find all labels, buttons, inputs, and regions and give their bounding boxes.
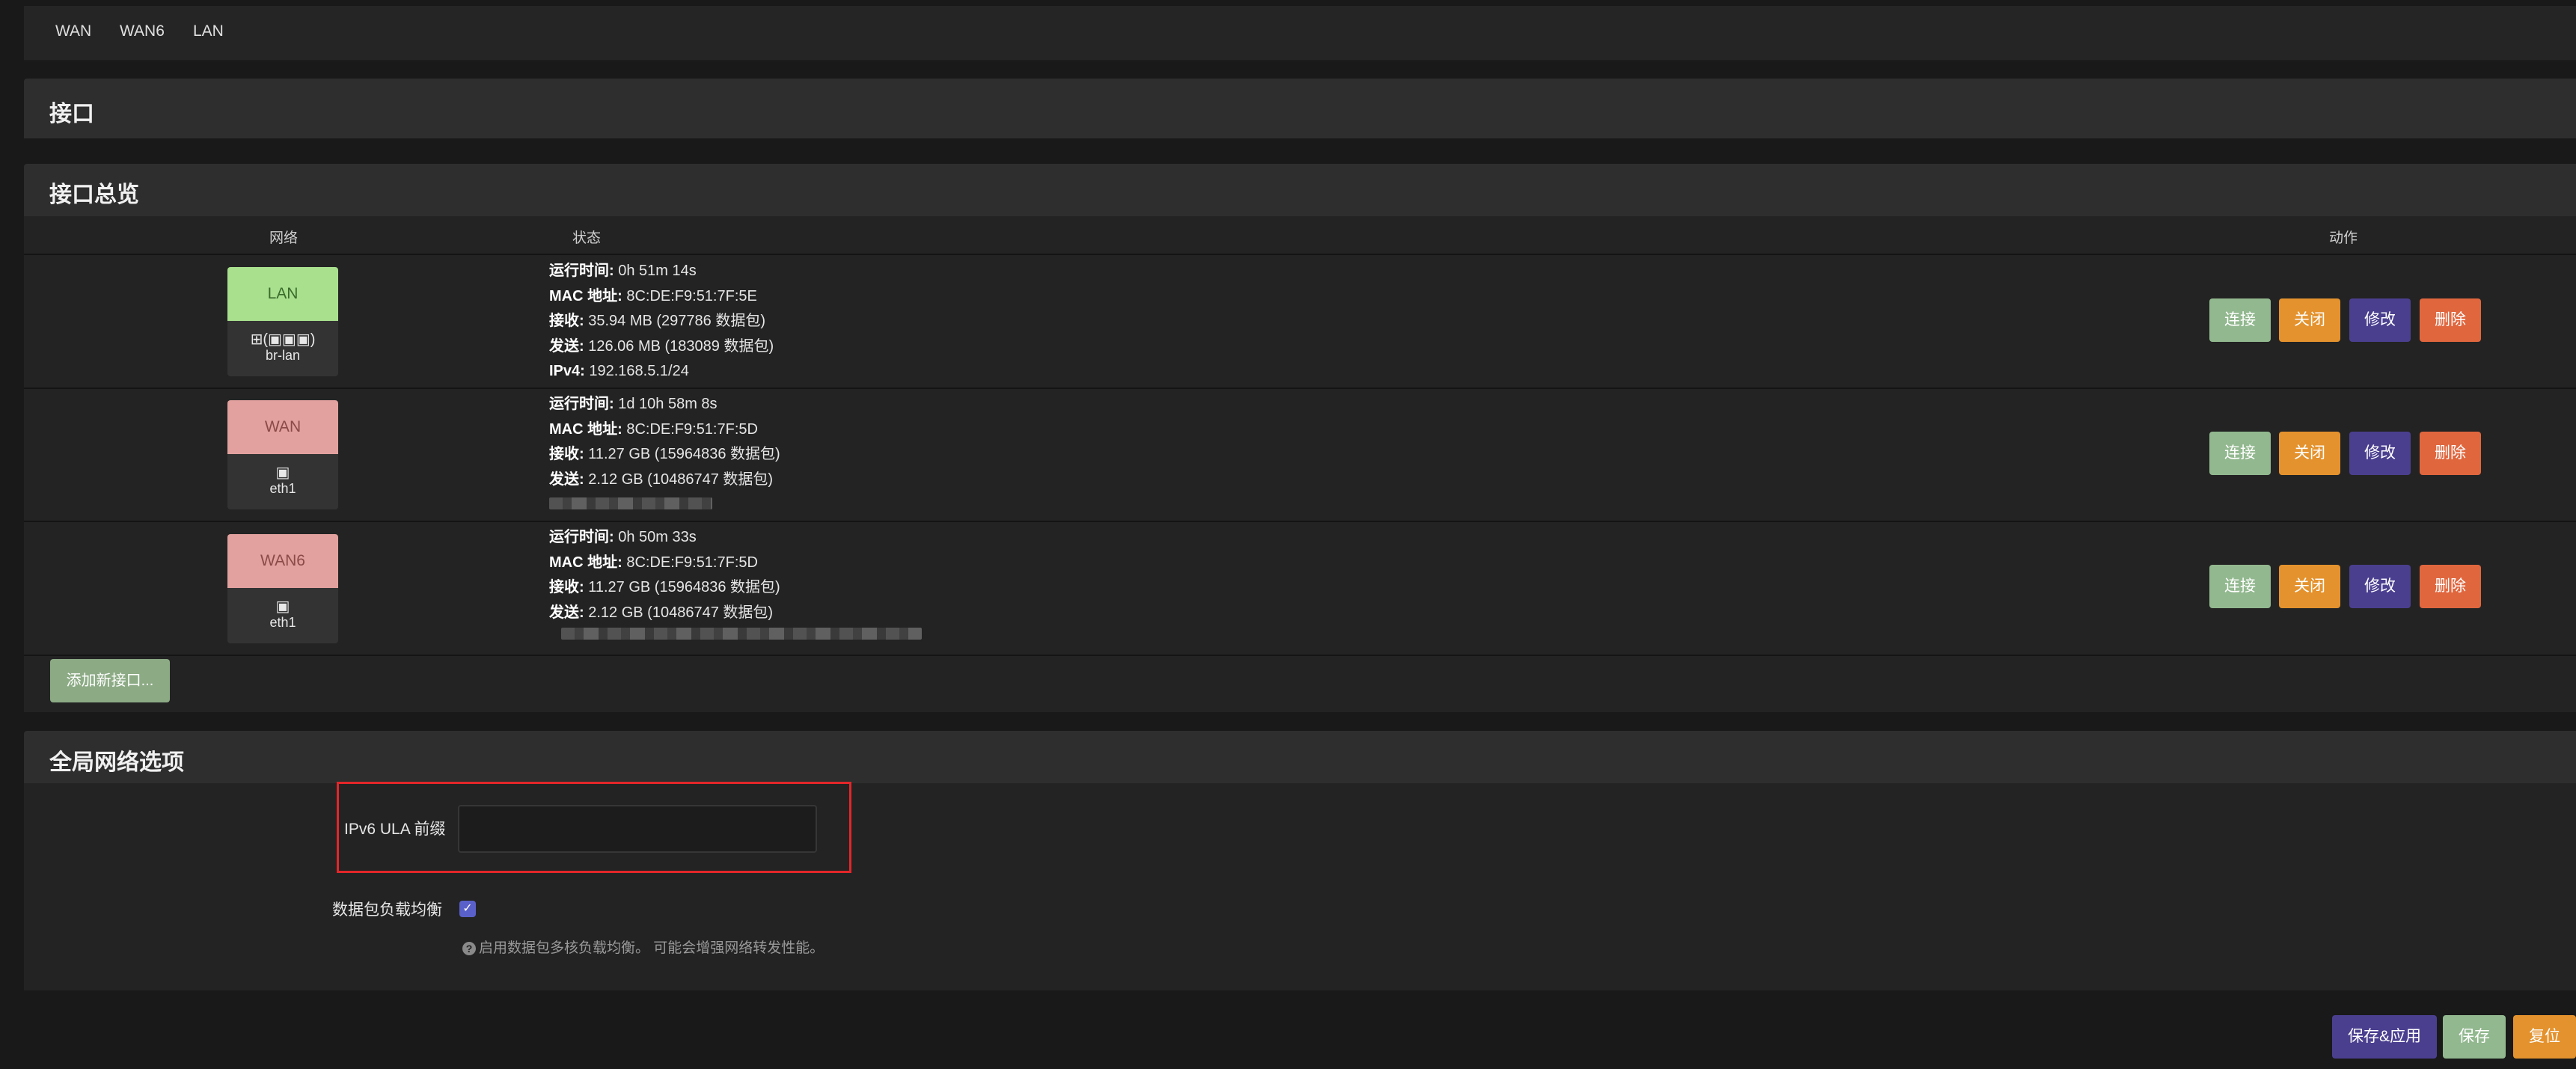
redacted-ip xyxy=(549,497,712,509)
column-status: 状态 xyxy=(572,230,602,246)
status-wan: 运行时间: 1d 10h 58m 8s MAC 地址: 8C:DE:F9:51:… xyxy=(549,396,780,488)
network-bridge-icon: ⊞(▣▣▣) xyxy=(250,331,316,348)
interfaces-header: 接口 xyxy=(24,79,2576,138)
row-divider xyxy=(24,254,2576,255)
overview-header: 接口总览 xyxy=(24,164,2576,216)
packet-steering-label: 数据包负载均衡 xyxy=(332,901,442,919)
interface-card-wan: WAN ▣ eth1 xyxy=(227,400,338,509)
column-actions: 动作 xyxy=(2329,230,2358,246)
reset-button[interactable]: 复位 xyxy=(2513,1015,2576,1059)
save-apply-button[interactable]: 保存&应用 xyxy=(2332,1015,2437,1059)
tab-wan6[interactable]: WAN6 xyxy=(120,22,165,40)
interface-tabs: WAN WAN6 LAN xyxy=(24,6,2576,61)
close-button[interactable]: 关闭 xyxy=(2279,432,2340,475)
connect-button[interactable]: 连接 xyxy=(2209,432,2271,475)
interface-card-lan: LAN ⊞(▣▣▣) br-lan xyxy=(227,267,338,376)
interface-device-box: ▣ eth1 xyxy=(227,588,338,643)
row-divider xyxy=(24,388,2576,389)
row-divider xyxy=(24,521,2576,522)
interface-device-box: ▣ eth1 xyxy=(227,454,338,509)
checkmark-icon: ✓ xyxy=(462,902,473,915)
delete-button[interactable]: 删除 xyxy=(2420,298,2481,342)
tab-lan[interactable]: LAN xyxy=(193,22,224,40)
edit-button[interactable]: 修改 xyxy=(2349,298,2411,342)
close-button[interactable]: 关闭 xyxy=(2279,565,2340,608)
interface-device: br-lan xyxy=(265,348,301,363)
redacted-ip xyxy=(561,628,922,640)
ipv6-ula-input[interactable] xyxy=(458,805,817,853)
interface-card-wan6: WAN6 ▣ eth1 xyxy=(227,534,338,643)
edit-button[interactable]: 修改 xyxy=(2349,432,2411,475)
column-network: 网络 xyxy=(269,230,299,246)
close-button[interactable]: 关闭 xyxy=(2279,298,2340,342)
question-circle-icon: ? xyxy=(462,942,476,955)
interface-name: WAN6 xyxy=(227,534,338,588)
delete-button[interactable]: 删除 xyxy=(2420,432,2481,475)
interface-device: eth1 xyxy=(269,481,296,496)
overview-title: 接口总览 xyxy=(49,183,139,207)
row-divider xyxy=(24,655,2576,656)
status-lan: 运行时间: 0h 51m 14s MAC 地址: 8C:DE:F9:51:7F:… xyxy=(549,263,774,379)
ethernet-port-icon: ▣ xyxy=(275,598,290,615)
status-wan6: 运行时间: 0h 50m 33s MAC 地址: 8C:DE:F9:51:7F:… xyxy=(549,529,780,621)
ethernet-port-icon: ▣ xyxy=(275,465,290,481)
ipv6-ula-label: IPv6 ULA 前缀 xyxy=(344,821,446,838)
save-button[interactable]: 保存 xyxy=(2443,1015,2506,1059)
global-options-header: 全局网络选项 xyxy=(24,731,2576,783)
interface-device-box: ⊞(▣▣▣) br-lan xyxy=(227,321,338,376)
global-options-title: 全局网络选项 xyxy=(49,750,184,775)
interface-name: LAN xyxy=(227,267,338,321)
interface-name: WAN xyxy=(227,400,338,454)
connect-button[interactable]: 连接 xyxy=(2209,565,2271,608)
interface-device: eth1 xyxy=(269,615,296,630)
delete-button[interactable]: 删除 xyxy=(2420,565,2481,608)
tab-wan[interactable]: WAN xyxy=(55,22,91,40)
connect-button[interactable]: 连接 xyxy=(2209,298,2271,342)
add-interface-button[interactable]: 添加新接口... xyxy=(50,659,170,702)
packet-steering-checkbox[interactable]: ✓ xyxy=(459,901,476,917)
edit-button[interactable]: 修改 xyxy=(2349,565,2411,608)
page-title: 接口 xyxy=(49,102,94,126)
overview-panel: 网络 状态 动作 LAN ⊞(▣▣▣) br-lan 运行时间: 0h 51m … xyxy=(24,216,2576,712)
packet-steering-hint: ? 启用数据包多核负载均衡。 可能会增强网络转发性能。 xyxy=(462,937,824,957)
